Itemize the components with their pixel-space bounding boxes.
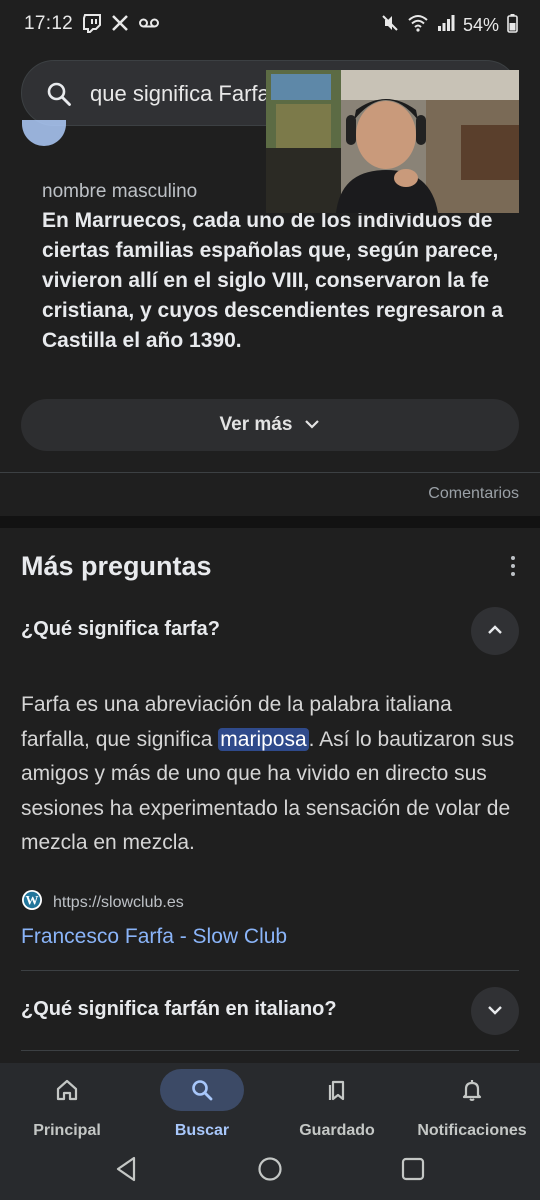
divider (0, 472, 540, 473)
bottom-navigation: Principal Buscar Guardado Notificaciones (0, 1063, 540, 1200)
search-icon (160, 1069, 244, 1111)
question-1[interactable]: ¿Qué significa farfa? (21, 618, 220, 641)
divider (21, 970, 519, 971)
wifi-icon (407, 13, 429, 38)
divider (21, 1050, 519, 1051)
nav-label: Notificaciones (417, 1122, 527, 1139)
answer-text: Farfa es una abreviación de la palabra i… (21, 693, 515, 854)
question-2[interactable]: ¿Qué significa farfán en italiano? (21, 998, 337, 1021)
source-title-link[interactable]: Francesco Farfa - Slow Club (21, 925, 287, 949)
system-navigation-bar (0, 1140, 540, 1200)
source-row[interactable]: W https://slowclub.es (21, 889, 184, 916)
home-circle-icon[interactable] (257, 1156, 283, 1187)
nav-buscar[interactable]: Buscar (142, 1069, 262, 1149)
ver-mas-label: Ver más (219, 414, 293, 435)
picture-in-picture-video[interactable] (266, 70, 519, 213)
nav-notificaciones[interactable]: Notificaciones (412, 1069, 532, 1149)
status-bar: 17:12 54% (0, 0, 540, 52)
dictionary-avatar (22, 120, 66, 146)
nav-guardado[interactable]: Guardado (277, 1069, 397, 1149)
more-questions-title: Más preguntas (21, 551, 212, 581)
highlighted-term: mariposa (218, 727, 309, 751)
bookmarks-icon (295, 1069, 379, 1111)
voicemail-icon (138, 13, 160, 38)
nav-label: Buscar (174, 1122, 230, 1139)
search-icon[interactable] (46, 81, 72, 112)
collapse-question-1-button[interactable] (471, 607, 519, 655)
signal-icon (437, 13, 455, 38)
status-time: 17:12 (24, 13, 74, 34)
chevron-down-icon (487, 1002, 503, 1020)
notification-icons (82, 13, 160, 38)
word-type: nombre masculino (42, 181, 198, 202)
nav-label: Principal (33, 1122, 101, 1139)
comments-link[interactable]: Comentarios (428, 485, 519, 503)
wordpress-icon: W (21, 889, 43, 916)
definition-text: En Marruecos, cada uno de los individuos… (42, 209, 504, 352)
more-options-icon[interactable] (508, 556, 518, 576)
expand-question-2-button[interactable] (471, 987, 519, 1035)
back-icon[interactable] (114, 1156, 138, 1187)
svg-text:W: W (26, 893, 39, 908)
section-separator (0, 516, 540, 528)
twitch-icon (82, 13, 102, 38)
bell-icon (430, 1069, 514, 1111)
battery-percent: 54% (462, 15, 499, 35)
nav-principal[interactable]: Principal (7, 1069, 127, 1149)
home-icon (25, 1069, 109, 1111)
mute-icon (381, 13, 399, 38)
chevron-up-icon (487, 622, 503, 640)
recents-icon[interactable] (400, 1156, 426, 1187)
x-icon (110, 13, 130, 38)
nav-label: Guardado (299, 1122, 375, 1139)
chevron-down-icon (304, 416, 320, 434)
source-url: https://slowclub.es (53, 893, 184, 911)
search-input[interactable]: que significa Farfa (90, 81, 270, 107)
battery-icon (507, 13, 518, 38)
ver-mas-button[interactable]: Ver más (21, 399, 519, 451)
system-icons: 54% (381, 13, 518, 38)
